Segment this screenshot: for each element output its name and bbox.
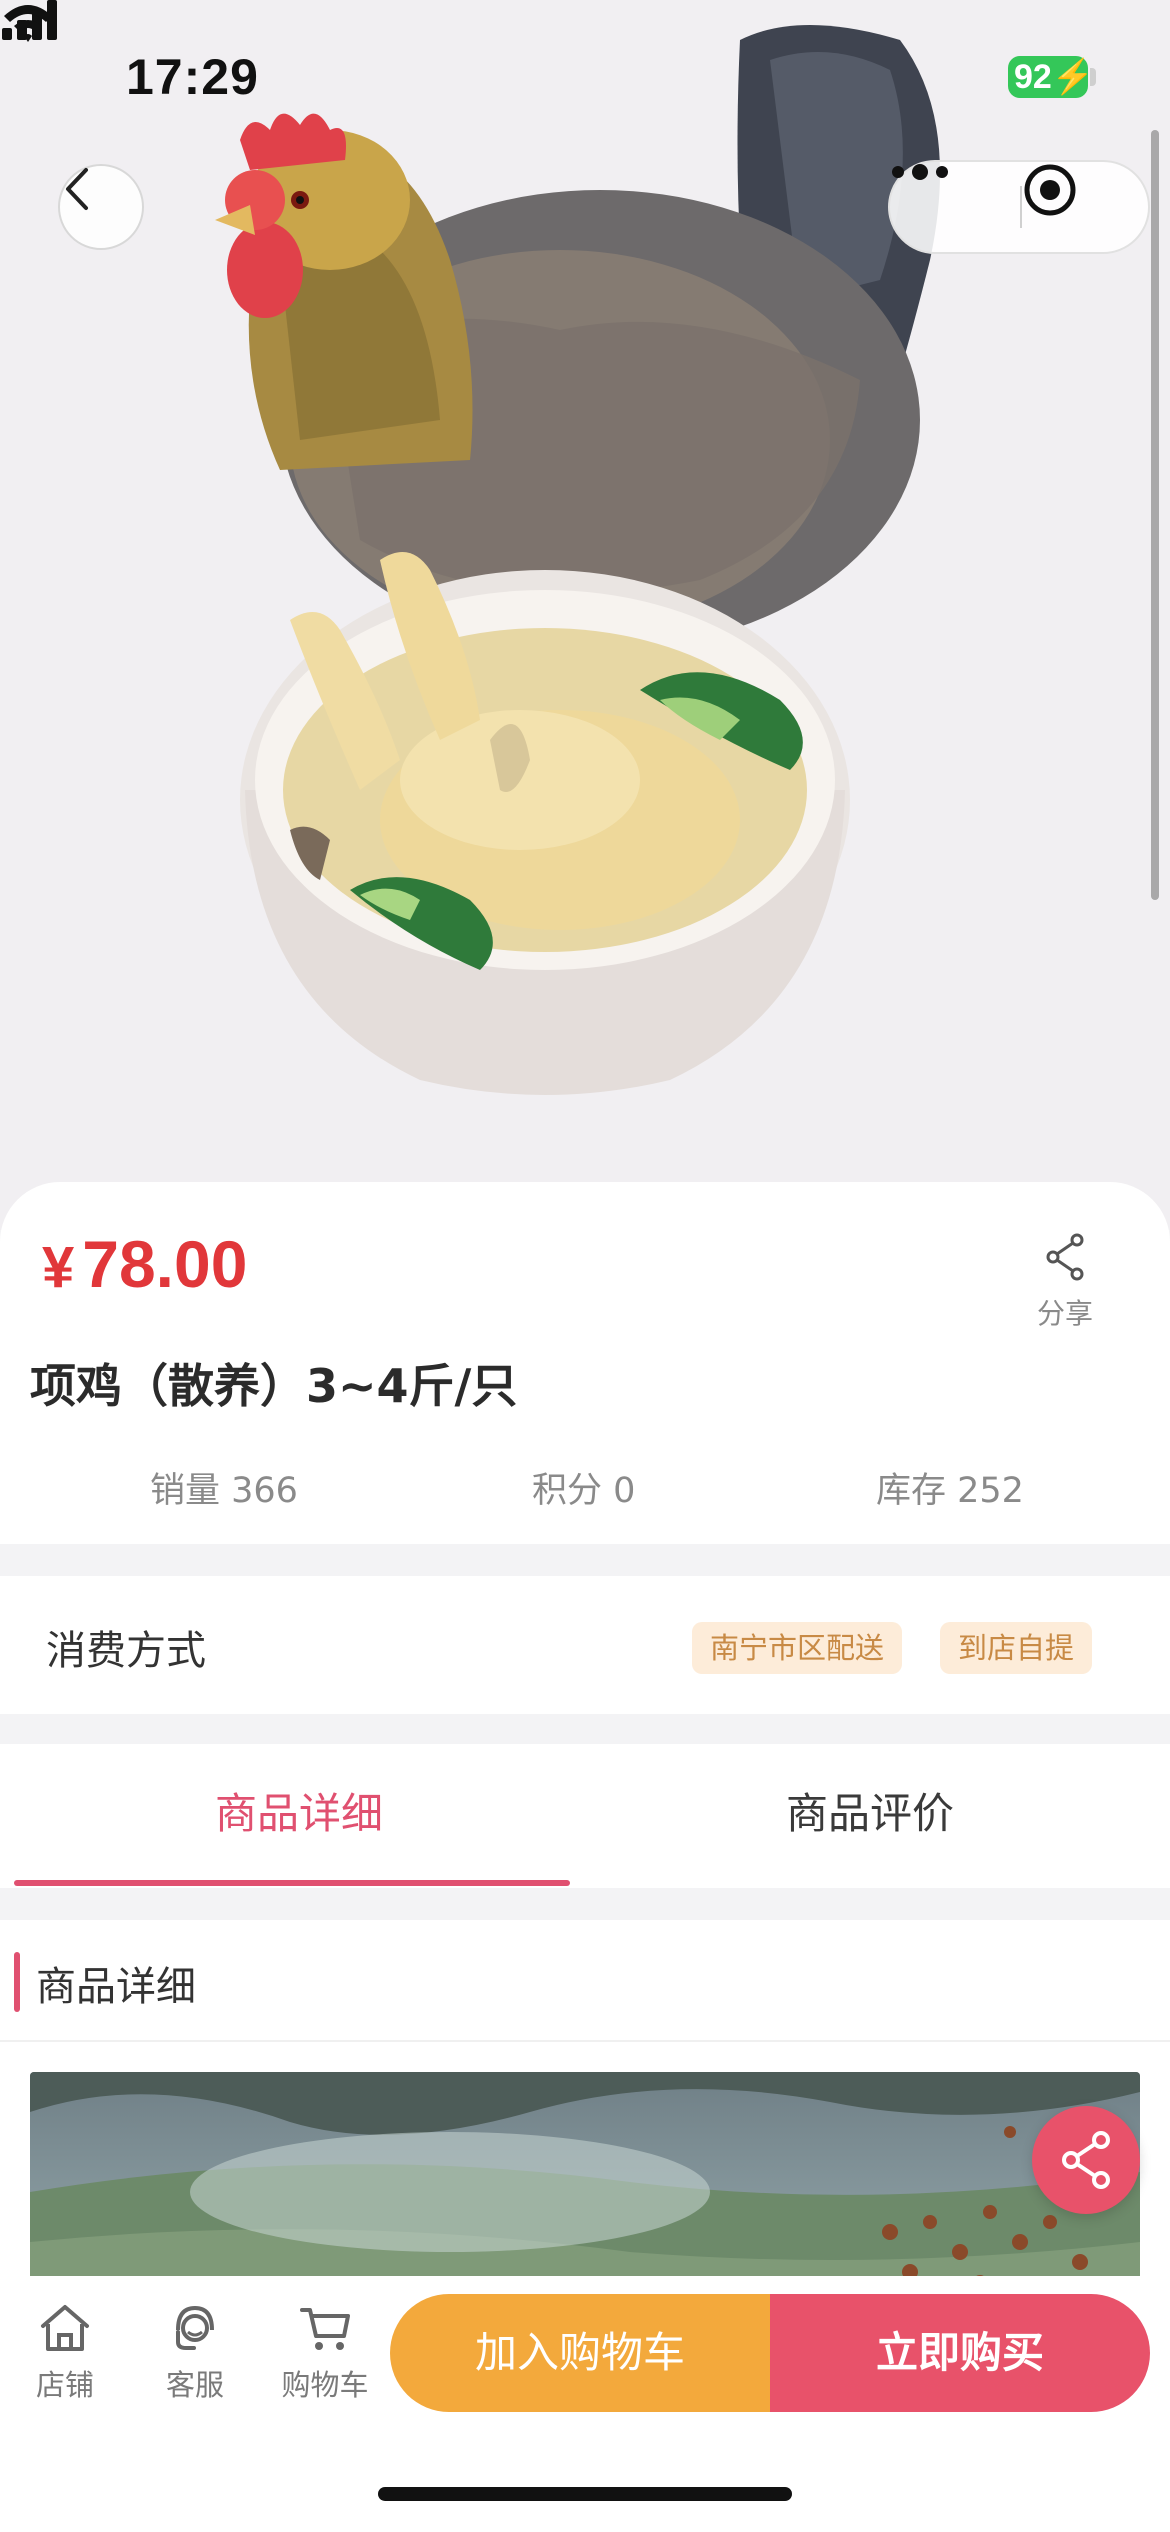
close-mini-program-button[interactable] <box>1022 162 1148 252</box>
share-label: 分享 <box>1036 1297 1093 1330</box>
battery-indicator: 92⚡ <box>1008 56 1094 98</box>
active-tab-indicator <box>14 1880 570 1886</box>
pickup-tag[interactable]: 到店自提 <box>940 1622 1093 1674</box>
back-button[interactable] <box>58 164 144 250</box>
delivery-tag[interactable]: 南宁市区配送 <box>692 1622 903 1674</box>
detail-tabs: 商品详细 商品评价 <box>0 1744 1170 1888</box>
status-time: 17:29 <box>126 49 259 105</box>
section-divider <box>0 2040 1170 2042</box>
product-detail-page: 17:29 92⚡ ¥ 78.00 分享 项鸡（散养）3~4斤/只 销量 366… <box>0 0 1170 2532</box>
sales-count: 销量 366 <box>150 1471 298 1511</box>
currency-symbol: ¥ <box>42 1235 75 1300</box>
customer-service-nav-label: 客服 <box>165 2368 224 2402</box>
mini-program-capsule <box>888 160 1150 254</box>
floating-share-button[interactable] <box>1032 2106 1140 2214</box>
store-nav-label: 店铺 <box>35 2368 94 2402</box>
consumption-method-label: 消费方式 <box>46 1628 206 1674</box>
section-title: 商品详细 <box>36 1964 196 2010</box>
customer-service-icon <box>176 2305 214 2350</box>
tab-product-details[interactable]: 商品详细 <box>14 1744 584 1888</box>
status-bar: 17:29 92⚡ <box>0 0 1170 150</box>
image-scroll-indicator[interactable] <box>1151 130 1159 900</box>
share-icon <box>1062 2131 1110 2189</box>
target-circle-icon <box>1024 164 1076 216</box>
customer-service-nav-button[interactable]: 客服 <box>140 2302 250 2404</box>
cart-icon <box>300 2308 350 2350</box>
buy-now-button[interactable]: 立即购买 <box>770 2294 1150 2412</box>
battery-level: 92 <box>1014 58 1052 96</box>
chevron-left-icon <box>66 168 88 210</box>
store-icon <box>41 2305 89 2351</box>
battery-cap <box>1090 68 1096 86</box>
share-button[interactable]: 分享 <box>1020 1232 1110 1352</box>
home-indicator[interactable] <box>378 2487 792 2501</box>
share-icon <box>1046 1233 1084 1281</box>
product-stats: 销量 366 积分 0 库存 252 <box>0 1462 1170 1518</box>
tab-product-reviews[interactable]: 商品评价 <box>585 1744 1155 1888</box>
points-value: 积分 0 <box>532 1471 636 1511</box>
price-value: 78.00 <box>82 1227 248 1301</box>
more-button[interactable] <box>890 162 1020 252</box>
product-title: 项鸡（散养）3~4斤/只 <box>30 1359 518 1413</box>
cart-nav-button[interactable]: 购物车 <box>270 2302 380 2404</box>
consumption-method-row: 消费方式 南宁市区配送 到店自提 <box>0 1576 1170 1714</box>
add-to-cart-button[interactable]: 加入购物车 <box>390 2294 770 2412</box>
product-info-card: ¥78.00 分享 项鸡（散养）3~4斤/只 销量 366 积分 0 库存 25… <box>0 1182 1170 1544</box>
cart-nav-label: 购物车 <box>281 2368 369 2402</box>
product-price: ¥78.00 <box>42 1226 247 1302</box>
stock-count: 库存 252 <box>876 1471 1024 1511</box>
product-image[interactable]: 17:29 92⚡ <box>0 0 1170 1230</box>
more-dots-icon <box>892 164 948 180</box>
section-accent-bar <box>14 1952 20 2012</box>
store-nav-button[interactable]: 店铺 <box>10 2302 120 2404</box>
wifi-icon <box>4 5 52 42</box>
charging-bolt-icon: ⚡ <box>1051 58 1095 96</box>
